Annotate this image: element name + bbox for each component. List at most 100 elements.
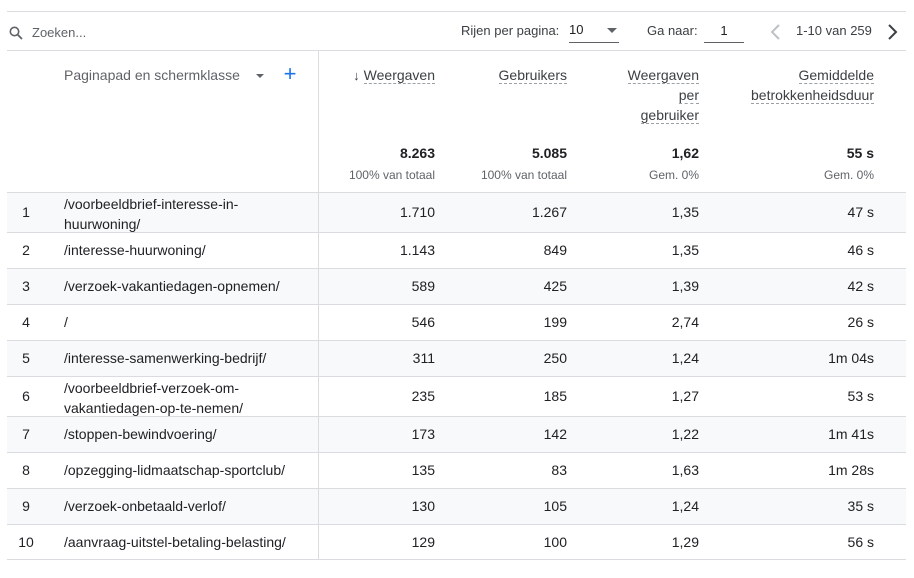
table-row[interactable]: 7/stoppen-bewindvoering/173 142 1,22 1m 41s <box>7 416 906 452</box>
page-path-cell[interactable]: /interesse-huurwoning/ <box>64 240 314 260</box>
column-divider <box>318 489 319 524</box>
page-path-cell[interactable]: /opzegging-lidmaatschap-sportclub/ <box>64 460 314 480</box>
rows-per-page-value: 10 <box>569 22 584 37</box>
cell-users: 142 <box>543 426 567 442</box>
cell-avg-engagement-duration: 46 s <box>847 242 874 258</box>
next-page-button[interactable] <box>883 22 901 42</box>
cell-users: 250 <box>543 350 567 366</box>
column-total: 55 s <box>846 145 874 161</box>
cell-avg-engagement-duration: 1m 04s <box>828 350 874 366</box>
column-views-per-user: Weergaven per gebruiker 1,62 Gem. 0% <box>607 51 699 192</box>
cell-views: 173 <box>411 426 435 442</box>
column-header-users[interactable]: Gebruikers <box>498 65 567 85</box>
page-path-cell[interactable]: /verzoek-vakantiedagen-opnemen/ <box>64 276 314 296</box>
cell-users: 199 <box>543 314 567 330</box>
rows-per-page-select[interactable]: 10 <box>569 19 619 43</box>
cell-views: 135 <box>411 462 435 478</box>
column-header-text: betrokkenheidsduur <box>751 87 874 104</box>
table-row[interactable]: 4 / 546 199 2,74 26 s <box>7 304 906 340</box>
cell-avg-engagement-duration: 26 s <box>847 314 874 330</box>
column-header-text: per <box>678 87 699 104</box>
cell-views-per-user: 1,22 <box>671 426 699 442</box>
page-path-cell[interactable]: /voorbeeldbrief-verzoek-om-vakantiedagen… <box>64 378 314 418</box>
column-header-views-per-user[interactable]: Weergaven per gebruiker <box>627 65 699 125</box>
table-row[interactable]: 3/verzoek-vakantiedagen-opnemen/589 425 1,… <box>7 268 906 304</box>
cell-views-per-user: 1,27 <box>671 388 699 404</box>
column-divider <box>318 341 319 376</box>
page-path-line: vakantiedagen-op-te-nemen/ <box>64 400 244 416</box>
table-row[interactable]: 1/voorbeeldbrief-interesse-in-huurwoning… <box>7 192 906 232</box>
table-row[interactable]: 9/verzoek-onbetaald-verlof/130 105 1,24 35 … <box>7 488 906 524</box>
row-index: 9 <box>22 498 30 514</box>
column-views: ↓ Weergaven 8.263 100% van totaal <box>327 51 435 192</box>
column-total: 5.085 <box>531 145 567 161</box>
row-index: 6 <box>22 388 30 404</box>
cell-views-per-user: 1,29 <box>671 534 699 550</box>
table-row[interactable]: 10/aanvraag-uitstel-betaling-belasting/1… <box>7 524 906 560</box>
pagination-range: 1-10 van 259 <box>796 23 872 38</box>
cell-avg-engagement-duration: 56 s <box>847 534 874 550</box>
goto-page-input[interactable] <box>704 19 744 43</box>
cell-avg-engagement-duration: 42 s <box>847 278 874 294</box>
chevron-left-icon <box>770 24 780 40</box>
column-total-subtext: 100% van totaal <box>348 168 435 182</box>
cell-views-per-user: 1,35 <box>671 242 699 258</box>
page-path-line: huurwoning/ <box>64 216 141 232</box>
cell-views-per-user: 1,24 <box>671 498 699 514</box>
rows-per-page-label: Rijen per pagina: <box>461 23 560 38</box>
row-index: 2 <box>22 242 30 258</box>
cell-views: 589 <box>411 278 435 294</box>
chevron-right-icon <box>888 24 898 40</box>
table-header: Paginapad en schermklasse + ↓ Weergaven 8.… <box>7 51 906 192</box>
row-index: 10 <box>18 534 34 550</box>
page-path-line: /aanvraag-uitstel-betaling-belasting/ <box>64 534 286 550</box>
cell-avg-engagement-duration: 53 s <box>847 388 874 404</box>
cell-views: 130 <box>411 498 435 514</box>
column-divider <box>318 193 319 232</box>
page-path-cell[interactable]: /interesse-samenwerking-bedrijf/ <box>64 348 314 368</box>
column-header-text: Gemiddelde <box>798 67 874 84</box>
page-path-line: /verzoek-vakantiedagen-opnemen/ <box>64 278 280 294</box>
page-path-cell[interactable]: /voorbeeldbrief-interesse-in-huurwoning/ <box>64 194 314 234</box>
column-header-text: gebruiker <box>640 107 699 124</box>
cell-users: 105 <box>543 498 567 514</box>
dimension-dropdown-icon[interactable] <box>255 71 267 81</box>
cell-views: 546 <box>411 314 435 330</box>
dimension-header: Paginapad en schermklasse + <box>7 51 319 192</box>
cell-users: 1.267 <box>531 204 567 220</box>
cell-avg-engagement-duration: 47 s <box>847 204 874 220</box>
table-toolbar: Rijen per pagina: 10 Ga naar: 1-10 van 2… <box>7 11 906 51</box>
page-path-cell[interactable]: / <box>64 312 314 332</box>
cell-avg-engagement-duration: 1m 28s <box>828 462 874 478</box>
page-path-cell[interactable]: /stoppen-bewindvoering/ <box>64 424 314 444</box>
row-index: 5 <box>22 350 30 366</box>
cell-users: 100 <box>543 534 567 550</box>
previous-page-button[interactable] <box>767 22 785 42</box>
page-path-line: /stoppen-bewindvoering/ <box>64 426 217 442</box>
column-divider <box>318 233 319 268</box>
table-row[interactable]: 8/opzegging-lidmaatschap-sportclub/135 83… <box>7 452 906 488</box>
table-row[interactable]: 6/voorbeeldbrief-verzoek-om-vakantiedage… <box>7 376 906 416</box>
page-path-line: /verzoek-onbetaald-verlof/ <box>64 498 226 514</box>
column-header-views[interactable]: ↓ Weergaven <box>353 65 435 86</box>
page-path-cell[interactable]: /aanvraag-uitstel-betaling-belasting/ <box>64 532 314 552</box>
search-icon <box>9 26 23 40</box>
cell-views-per-user: 1,39 <box>671 278 699 294</box>
column-header-text: Gebruikers <box>498 67 567 84</box>
column-total: 1,62 <box>671 145 699 161</box>
search-input[interactable] <box>32 22 232 42</box>
cell-views-per-user: 1,63 <box>671 462 699 478</box>
table-row[interactable]: 2/interesse-huurwoning/1.143 849 1,35 46 s <box>7 232 906 268</box>
column-avg-engagement-duration: Gemiddelde betrokkenheidsduur 55 s Gem. 0% <box>727 51 874 192</box>
add-dimension-button[interactable]: + <box>281 63 299 85</box>
column-divider <box>318 305 319 340</box>
table-row[interactable]: 5/interesse-samenwerking-bedrijf/311 250 1… <box>7 340 906 376</box>
column-divider <box>318 525 319 559</box>
column-header-avg-engagement-duration[interactable]: Gemiddelde betrokkenheidsduur <box>751 65 874 105</box>
chevron-down-icon <box>607 28 617 33</box>
page-path-line: /voorbeeldbrief-verzoek-om- <box>64 380 240 396</box>
arrow-down-icon: ↓ <box>353 68 360 83</box>
page-path-cell[interactable]: /verzoek-onbetaald-verlof/ <box>64 496 314 516</box>
column-divider <box>318 417 319 452</box>
goto-label: Ga naar: <box>647 23 698 38</box>
